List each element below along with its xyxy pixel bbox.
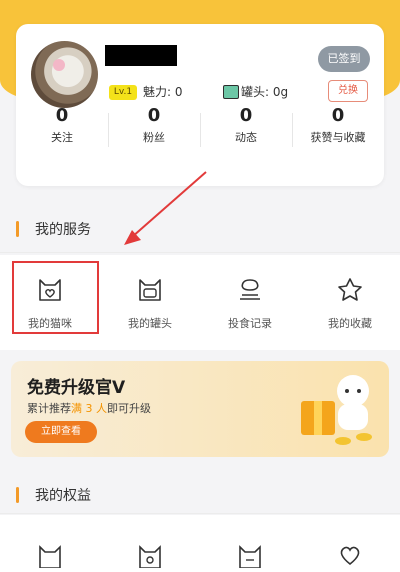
stat-label: 粉丝 xyxy=(143,131,165,144)
lucky-cat-illustration xyxy=(301,375,372,445)
service-my-cans[interactable]: 我的罐头 xyxy=(100,255,200,350)
divider xyxy=(0,513,400,514)
charm-label: 魅力: 0 xyxy=(143,85,183,99)
promo-view-button[interactable]: 立即查看 xyxy=(25,421,97,443)
promo-subtitle: 累计推荐满 3 人即可升级 xyxy=(27,400,151,416)
service-label: 投食记录 xyxy=(228,317,272,330)
stat-value: 0 xyxy=(239,105,253,126)
cat-badge-icon xyxy=(239,545,261,569)
stat-label: 获赞与收藏 xyxy=(310,131,366,144)
service-label: 我的收藏 xyxy=(328,317,372,330)
stat-value: 0 xyxy=(147,105,161,126)
signed-in-button[interactable]: 已签到 xyxy=(318,46,370,72)
promo-subtitle-highlight: 满 3 人 xyxy=(71,402,107,415)
feeding-record-icon xyxy=(240,279,260,300)
rights-item-4[interactable] xyxy=(300,515,400,572)
level-badge: Lv.1 xyxy=(109,85,137,100)
rights-item-3[interactable] xyxy=(200,515,300,572)
service-feeding-record[interactable]: 投食记录 xyxy=(200,255,300,350)
can-icon xyxy=(223,85,239,99)
stat-following[interactable]: 0 关注 xyxy=(16,105,108,146)
stat-followers[interactable]: 0 粉丝 xyxy=(108,105,200,147)
service-my-favorites[interactable]: 我的收藏 xyxy=(300,255,400,350)
stat-value: 0 xyxy=(331,105,345,126)
promo-banner[interactable]: 免费升级官V 累计推荐满 3 人即可升级 立即查看 xyxy=(11,361,389,457)
services-title-marker xyxy=(16,221,19,237)
services-title: 我的服务 xyxy=(35,222,91,238)
stat-posts[interactable]: 0 动态 xyxy=(200,105,292,147)
rights-title-marker xyxy=(16,487,19,503)
heart-hand-icon xyxy=(340,546,360,566)
star-icon xyxy=(338,278,362,301)
stat-label: 动态 xyxy=(235,131,257,144)
rights-title: 我的权益 xyxy=(35,488,91,504)
promo-subtitle-prefix: 累计推荐 xyxy=(27,402,71,415)
rights-card xyxy=(0,515,400,572)
promo-title: 免费升级官V xyxy=(27,378,126,398)
rights-item-1[interactable] xyxy=(0,515,100,572)
cat-can-icon xyxy=(139,279,161,301)
stat-likes[interactable]: 0 获赞与收藏 xyxy=(292,105,384,147)
stat-value: 0 xyxy=(55,105,69,126)
profile-stats: 0 关注 0 粉丝 0 动态 0 获赞与收藏 xyxy=(16,105,384,147)
cat-icon xyxy=(39,545,61,569)
rights-item-2[interactable] xyxy=(100,515,200,572)
stat-label: 关注 xyxy=(51,131,73,144)
cans-label: 罐头: 0g xyxy=(241,85,289,99)
redacted-username xyxy=(105,45,177,66)
promo-subtitle-suffix: 即可升级 xyxy=(107,402,151,415)
service-label: 我的罐头 xyxy=(128,317,172,330)
cat-lock-icon xyxy=(139,545,161,569)
avatar[interactable] xyxy=(31,41,98,108)
rights-list xyxy=(0,515,400,572)
annotation-highlight-box xyxy=(12,261,99,334)
exchange-button[interactable]: 兑换 xyxy=(328,80,368,102)
divider xyxy=(0,252,400,253)
